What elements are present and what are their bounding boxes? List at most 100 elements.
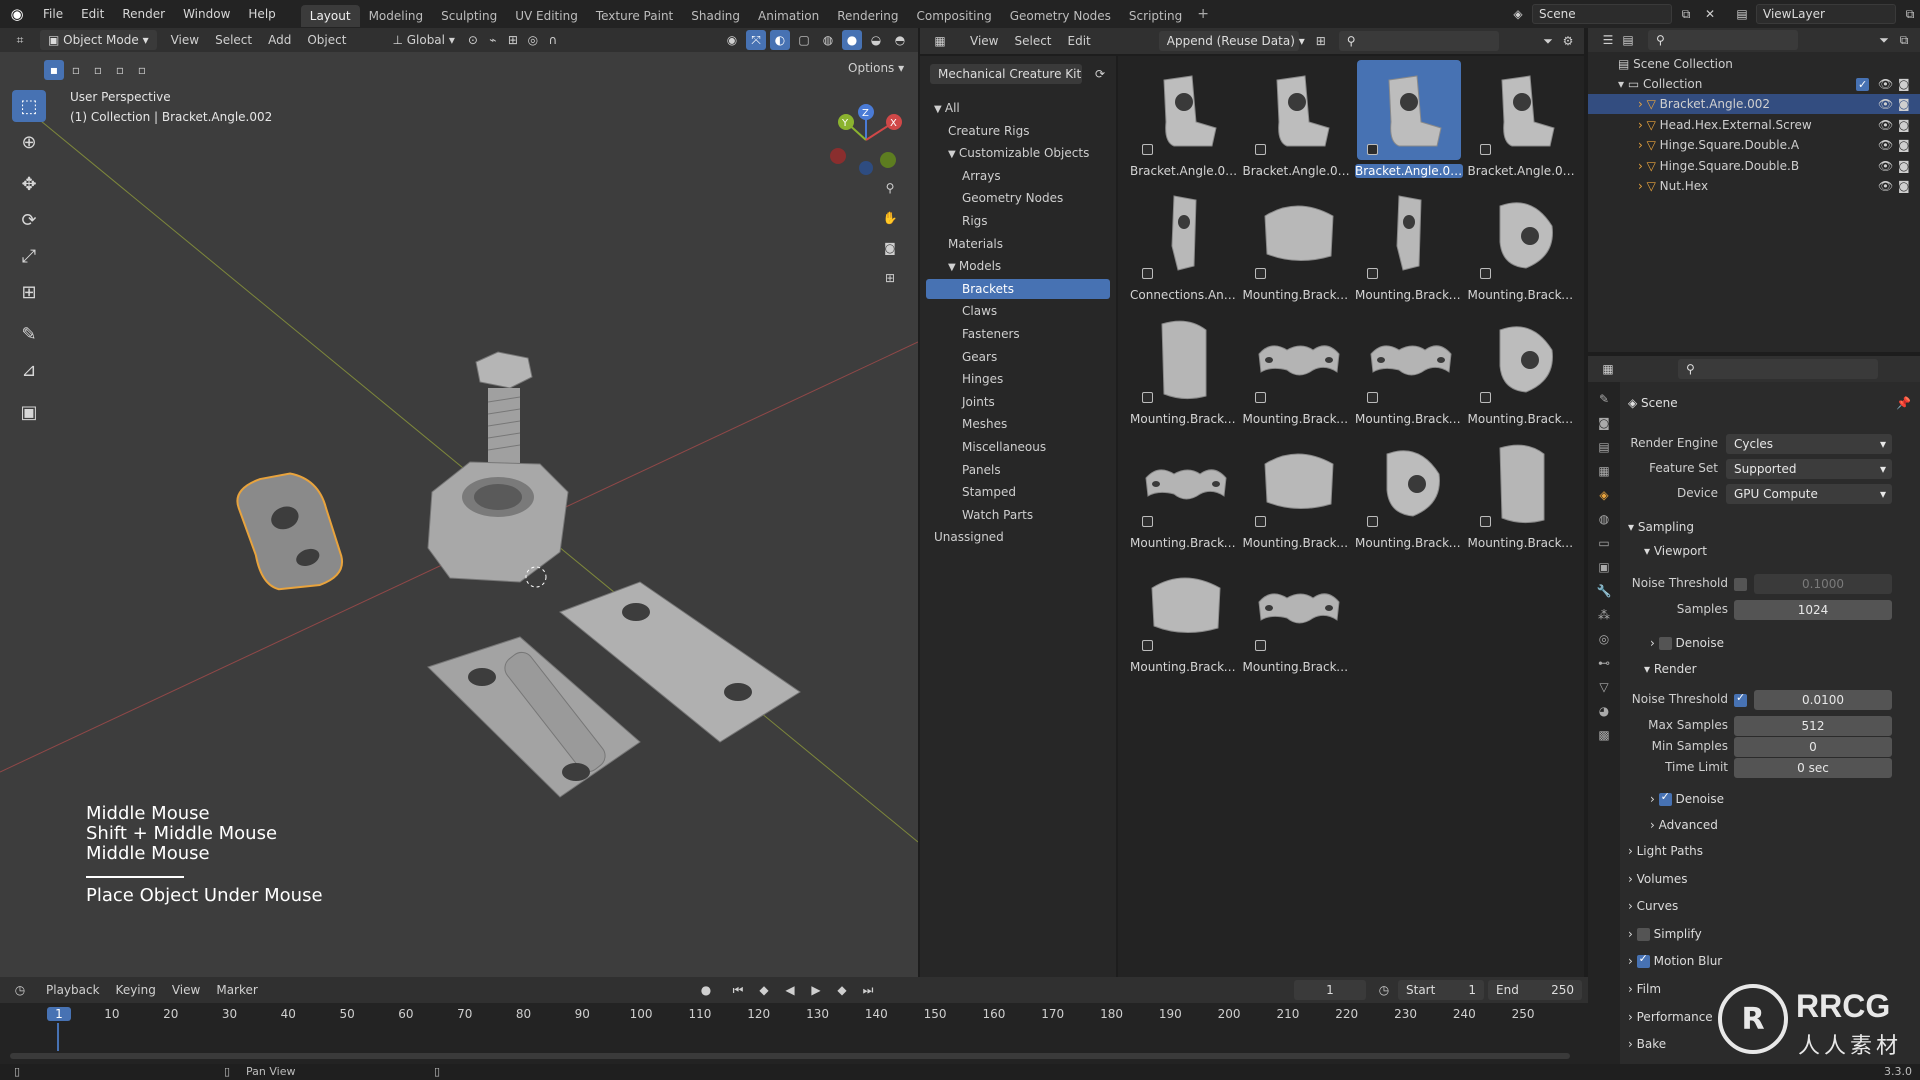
scale-tool-icon[interactable]: ⤢	[12, 240, 46, 272]
asset-mark-checkbox[interactable]	[1142, 268, 1153, 279]
asset-thumbnail[interactable]: Mounting.Bracket...	[1130, 554, 1238, 676]
asset-thumbnail[interactable]: Mounting.Bracket...	[1243, 430, 1351, 552]
viewport-menu-object[interactable]: Object	[299, 28, 354, 52]
cursor-tool-icon[interactable]: ⊕	[12, 126, 46, 158]
tab-layout[interactable]: Layout	[300, 4, 360, 27]
catalog-item[interactable]: Rigs	[926, 211, 1110, 231]
menu-edit[interactable]: Edit	[72, 0, 113, 28]
pivot-icon[interactable]: ⊙	[463, 30, 483, 50]
simplify-checkbox[interactable]	[1636, 927, 1650, 941]
snap-target-icon[interactable]: ⊞	[503, 30, 523, 50]
timeline-menu-keying[interactable]: Keying	[108, 978, 164, 1002]
catalog-item[interactable]: Hinges	[926, 369, 1110, 389]
outliner-object-row[interactable]: › ▽ Hinge.Square.Double.A 👁 ◙	[1588, 135, 1920, 155]
view-layer-icon[interactable]: ▤	[1732, 4, 1752, 24]
asset-thumbnail[interactable]: Mounting.Bracket...	[1355, 306, 1463, 428]
object-tab-icon[interactable]: ▣	[1598, 560, 1609, 574]
eye-icon[interactable]: 👁	[1878, 94, 1893, 114]
ortho-grid-icon[interactable]: ⊞	[880, 268, 900, 288]
physics-tab-icon[interactable]: ◎	[1599, 632, 1609, 646]
tab-modeling[interactable]: Modeling	[360, 5, 433, 27]
catalog-item[interactable]: Arrays	[926, 166, 1110, 186]
new-scene-icon[interactable]: ⧉	[1676, 4, 1696, 24]
overlay-icon[interactable]: ◐	[770, 30, 790, 50]
prev-keyframe-icon[interactable]: ◆	[754, 980, 774, 1000]
visibility-icon[interactable]: ◉	[722, 30, 742, 50]
panel-film[interactable]: › Film	[1628, 982, 1661, 996]
expand-arrow-icon[interactable]: ▼	[948, 262, 959, 273]
playhead[interactable]	[57, 1023, 59, 1051]
catalog-item[interactable]: Stamped	[926, 482, 1110, 502]
viewport-noise-threshold-checkbox[interactable]	[1734, 578, 1747, 591]
mode-dropdown[interactable]: ▣ Object Mode ▾	[40, 30, 157, 50]
catalog-item[interactable]: Brackets	[926, 278, 1110, 299]
asset-settings-icon[interactable]: ⚙	[1558, 31, 1578, 51]
start-frame-field[interactable]: Start 1	[1398, 980, 1484, 1000]
collection-checkbox[interactable]	[1856, 75, 1869, 95]
tab-sculpting[interactable]: Sculpting	[432, 5, 506, 27]
panel-simplify[interactable]: › Simplify	[1628, 927, 1702, 941]
rotate-tool-icon[interactable]: ⟳	[12, 204, 46, 236]
asset-mark-checkbox[interactable]	[1254, 144, 1266, 155]
timeline-scrollbar[interactable]	[10, 1053, 1570, 1059]
asset-thumbnail[interactable]: Bracket.Angle.002	[1355, 58, 1463, 180]
navigation-gizmo[interactable]: Z Y X	[826, 100, 906, 180]
asset-thumbnail[interactable]: Connections.Angle	[1130, 182, 1238, 304]
material-tab-icon[interactable]: ◕	[1599, 704, 1609, 718]
filter-icon[interactable]: ⏷	[1538, 31, 1558, 51]
scene-tab-icon[interactable]: ◈	[1599, 488, 1608, 502]
collection-tab-icon[interactable]: ▭	[1598, 536, 1609, 550]
viewport-denoise-checkbox[interactable]	[1658, 637, 1672, 650]
asset-mark-checkbox[interactable]	[1254, 392, 1266, 403]
catalog-item[interactable]: Fasteners	[926, 324, 1110, 344]
measure-tool-icon[interactable]: ⊿	[12, 354, 46, 386]
eye-icon[interactable]: 👁	[1878, 176, 1893, 196]
asset-mark-checkbox[interactable]	[1479, 144, 1491, 155]
asset-thumbnail[interactable]: Mounting.Bracket...	[1355, 430, 1463, 552]
eye-icon[interactable]: 👁	[1878, 156, 1893, 176]
menu-help[interactable]: Help	[239, 0, 284, 28]
asset-thumbnail[interactable]: Mounting.Bracket...	[1243, 182, 1351, 304]
next-keyframe-icon[interactable]: ◆	[832, 980, 852, 1000]
catalog-item[interactable]: Creature Rigs	[926, 121, 1110, 141]
xray-icon[interactable]: ▢	[794, 30, 814, 50]
outliner-object-row[interactable]: › ▽ Nut.Hex 👁 ◙	[1588, 176, 1920, 196]
end-frame-field[interactable]: End 250	[1488, 980, 1582, 1000]
properties-type-icon[interactable]: ▦	[1598, 359, 1618, 379]
snap-icon[interactable]: ⌁	[483, 30, 503, 50]
menu-window[interactable]: Window	[174, 0, 239, 28]
asset-menu-edit[interactable]: Edit	[1060, 29, 1099, 53]
add-cube-tool-icon[interactable]: ▣	[12, 396, 46, 428]
refresh-library-icon[interactable]: ⟳	[1090, 64, 1110, 84]
asset-editor-type-icon[interactable]: ▦	[930, 31, 950, 51]
outliner-object-row[interactable]: › ▽ Hinge.Square.Double.B 👁 ◙	[1588, 156, 1920, 176]
asset-mark-checkbox[interactable]	[1254, 640, 1266, 651]
asset-mark-checkbox[interactable]	[1367, 144, 1378, 155]
render-tab-icon[interactable]: ◙	[1598, 416, 1610, 430]
outliner-object-row[interactable]: › ▽ Bracket.Angle.002 👁 ◙	[1588, 94, 1920, 114]
asset-mark-checkbox[interactable]	[1142, 392, 1153, 403]
catalog-item[interactable]: Watch Parts	[926, 505, 1110, 525]
asset-thumbnail[interactable]: Mounting.Bracket...	[1468, 182, 1576, 304]
preview-range-icon[interactable]: ◷	[1374, 980, 1394, 1000]
viewport-noise-threshold-field[interactable]: 0.1000	[1754, 574, 1892, 594]
device-dropdown[interactable]: GPU Compute ▾	[1726, 484, 1892, 504]
asset-thumbnail[interactable]: Bracket.Angle.000	[1130, 58, 1238, 180]
expand-arrow-icon[interactable]: ▼	[948, 149, 959, 160]
advanced-panel-header[interactable]: › Advanced	[1650, 818, 1718, 832]
max-samples-field[interactable]: 512	[1734, 716, 1892, 736]
viewport-subpanel-header[interactable]: ▾ Viewport	[1644, 544, 1707, 558]
current-frame-field[interactable]: 1	[1294, 980, 1366, 1000]
texture-tab-icon[interactable]: ▩	[1598, 728, 1609, 742]
display-mode-filter-icon[interactable]: ▤	[1618, 30, 1638, 50]
catalog-item[interactable]: Unassigned	[926, 527, 1110, 547]
viewport-menu-view[interactable]: View	[163, 28, 207, 52]
tab-rendering[interactable]: Rendering	[828, 5, 907, 27]
asset-mark-checkbox[interactable]	[1254, 268, 1266, 279]
outliner-filter-icon[interactable]: ⏷	[1874, 30, 1894, 50]
sampling-panel-header[interactable]: ▾ Sampling	[1628, 520, 1694, 534]
modifier-tab-icon[interactable]: 🔧	[1597, 584, 1612, 598]
timeline-menu-marker[interactable]: Marker	[208, 978, 265, 1002]
jump-end-icon[interactable]: ⏭	[858, 980, 878, 1000]
asset-mark-checkbox[interactable]	[1142, 144, 1153, 155]
